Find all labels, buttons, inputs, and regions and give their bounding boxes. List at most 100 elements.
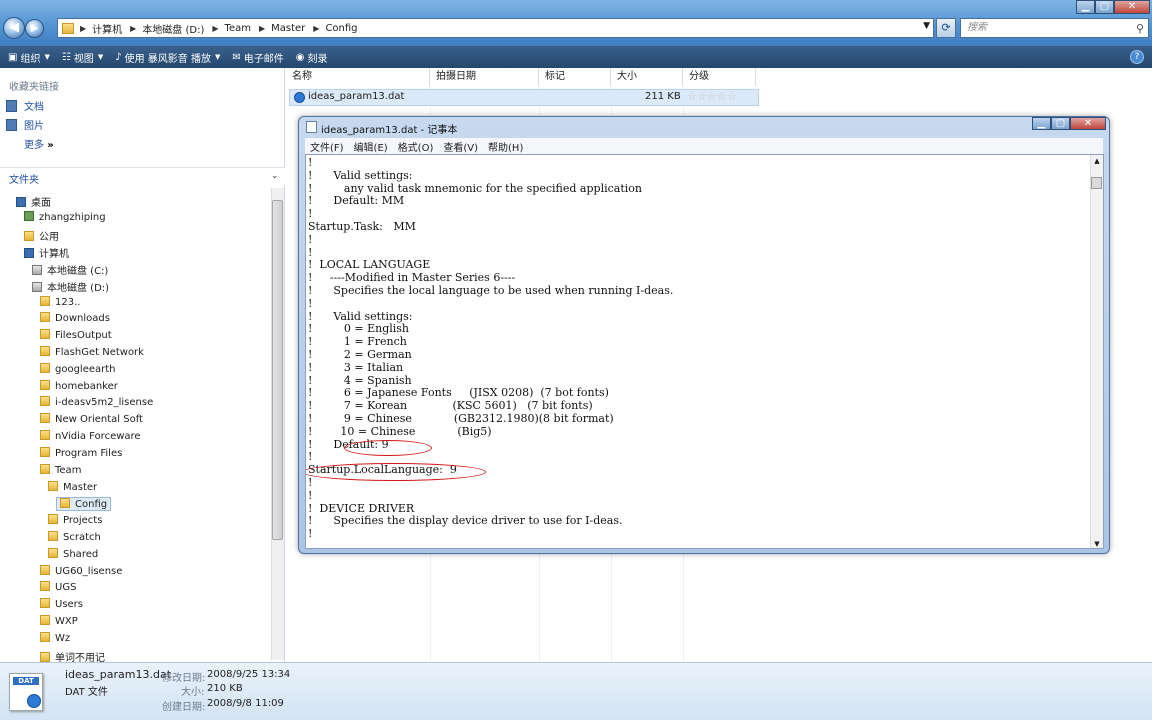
folder-icon [60, 498, 70, 508]
star-icon[interactable]: ☆ [707, 90, 717, 103]
menu-item[interactable]: 帮助(H) [488, 139, 523, 154]
file-icon [294, 92, 305, 103]
open-with-button[interactable]: ♪ 使用 暴风影音 播放 ▼ [115, 50, 220, 65]
tree-item[interactable]: UGS [40, 581, 76, 593]
breadcrumb-config[interactable]: Config [325, 23, 357, 34]
tree-item[interactable]: googleearth [40, 363, 116, 375]
tree-item[interactable]: Program Files [40, 447, 122, 459]
refresh-button[interactable]: ⟳ [936, 18, 956, 38]
forward-button[interactable]: ▶ [25, 19, 44, 38]
breadcrumb-team[interactable]: Team [225, 23, 251, 34]
folder-icon [40, 413, 50, 423]
email-button[interactable]: ✉ 电子邮件 [232, 50, 283, 65]
favorite-more[interactable]: 更多 » [24, 136, 54, 151]
tree-item[interactable]: homebanker [40, 380, 118, 392]
folders-header[interactable]: 文件夹 ⌄ [0, 167, 285, 186]
folder-icon [40, 363, 50, 373]
chevron-down-icon: ▼ [44, 53, 50, 61]
folder-icon [24, 248, 34, 258]
chevron-down-icon[interactable]: ▼ [1091, 540, 1103, 548]
column-size[interactable]: 大小 [611, 68, 683, 86]
tree-item[interactable]: 桌面 [16, 194, 51, 209]
tree-item[interactable]: Users [40, 598, 83, 610]
chevron-down-icon[interactable]: ▼ [923, 21, 930, 31]
favorite-documents[interactable]: 文档 [6, 98, 44, 113]
notepad-maximize-button[interactable]: ▢ [1051, 117, 1070, 130]
column-rating[interactable]: 分级 [683, 68, 756, 86]
tree-item[interactable]: Config [56, 497, 112, 511]
tree-item[interactable]: Downloads [40, 312, 110, 324]
chevron-down-icon: ▼ [214, 53, 221, 61]
menu-item[interactable]: 查看(V) [443, 139, 478, 154]
star-icon[interactable]: ☆ [687, 90, 697, 103]
tree-item[interactable]: 公用 [24, 228, 59, 243]
tree-item[interactable]: FilesOutput [40, 329, 112, 341]
tree-item[interactable]: Projects [48, 514, 102, 526]
file-row[interactable]: ideas_param13.dat 211 KB ☆☆☆☆☆ [289, 89, 759, 106]
menu-item[interactable]: 文件(F) [310, 139, 344, 154]
tree-item[interactable]: Scratch [48, 531, 101, 543]
text-line: ! [308, 207, 313, 221]
tree-item[interactable]: nVidia Forceware [40, 430, 141, 442]
search-icon[interactable]: ⚲ [1136, 20, 1144, 38]
tree-item[interactable]: 本地磁盘 (C:) [32, 262, 108, 277]
tree-item[interactable]: i-deasv5m2_lisense [40, 396, 153, 408]
text-line: ! 2 = German [308, 347, 412, 361]
column-date-taken[interactable]: 拍摄日期 [430, 68, 539, 86]
tree-item[interactable]: New Oriental Soft [40, 413, 143, 425]
tree-item[interactable]: zhangzhiping [24, 211, 106, 223]
navigation-pane: 收藏夹链接 文档 图片 更多 » 文件夹 ⌄ 桌面 zhangzhiping 公用计… [0, 68, 285, 664]
organize-icon: ▣ [8, 51, 18, 63]
favorite-pictures[interactable]: 图片 [6, 117, 44, 132]
tree-item[interactable]: FlashGet Network [40, 346, 144, 358]
folder-icon [40, 447, 50, 457]
views-button[interactable]: ☷ 视图 ▼ [62, 50, 103, 65]
notepad-text-area[interactable]: !! Valid settings:! any valid task mnemo… [305, 154, 1104, 549]
breadcrumb-computer[interactable]: 计算机 [92, 21, 122, 36]
star-icon[interactable]: ☆ [697, 90, 707, 103]
chevron-up-icon[interactable]: ▲ [1091, 155, 1103, 167]
maximize-button[interactable]: ▢ [1095, 0, 1114, 14]
folder-icon [40, 598, 50, 608]
tree-item[interactable]: 本地磁盘 (D:) [32, 279, 109, 294]
column-tags[interactable]: 标记 [539, 68, 611, 86]
folder-icon [32, 282, 42, 292]
tree-scrollbar-thumb[interactable] [272, 200, 283, 540]
burn-button[interactable]: ◉ 刻录 [296, 50, 328, 65]
pictures-icon [6, 119, 17, 131]
organize-button[interactable]: ▣ 组织 ▼ [8, 50, 50, 65]
star-icon[interactable]: ☆ [727, 90, 737, 103]
folder-icon [40, 565, 50, 575]
notepad-scrollbar[interactable]: ▲ ▼ [1090, 155, 1103, 548]
breadcrumb-master[interactable]: Master [271, 23, 305, 34]
help-icon[interactable]: ? [1130, 50, 1144, 64]
tree-item[interactable]: Team [40, 464, 81, 476]
tree-item[interactable]: UG60_lisense [40, 565, 122, 577]
folder-icon [40, 615, 50, 625]
tree-item[interactable]: Master [48, 481, 97, 493]
tree-item[interactable]: WXP [40, 615, 78, 627]
size-label: 大小: [181, 687, 205, 698]
address-bar[interactable]: ▶ 计算机 ▶ 本地磁盘 (D:) ▶ Team ▶ Master ▶ Config ▼ [57, 18, 934, 38]
folder-icon [48, 514, 58, 524]
back-button[interactable]: ◀ [3, 17, 25, 39]
player-icon: ♪ [115, 51, 122, 63]
minimize-button[interactable]: ▁ [1076, 0, 1095, 14]
breadcrumb-drive-d[interactable]: 本地磁盘 (D:) [142, 21, 204, 36]
menu-item[interactable]: 格式(O) [398, 139, 434, 154]
tree-item[interactable]: Shared [48, 548, 98, 560]
search-input[interactable]: 搜索 ⚲ [960, 18, 1149, 38]
star-icon[interactable]: ☆ [717, 90, 727, 103]
notepad-minimize-button[interactable]: ▁ [1032, 117, 1051, 130]
rating-stars[interactable]: ☆☆☆☆☆ [687, 90, 736, 103]
tree-item[interactable]: Wz [40, 632, 70, 644]
tree-item[interactable]: 计算机 [24, 245, 69, 260]
menu-item[interactable]: 编辑(E) [354, 139, 388, 154]
column-name[interactable]: 名称 [286, 68, 430, 86]
tree-item[interactable]: 123.. [40, 296, 80, 308]
notepad-window[interactable]: ideas_param13.dat - 记事本 ▁ ▢ ✕ 文件(F) 编辑(E)… [298, 116, 1110, 554]
close-button[interactable]: ✕ [1114, 0, 1150, 14]
notepad-close-button[interactable]: ✕ [1070, 117, 1106, 130]
notepad-scrollbar-thumb[interactable] [1091, 177, 1102, 189]
notepad-icon [306, 121, 317, 133]
